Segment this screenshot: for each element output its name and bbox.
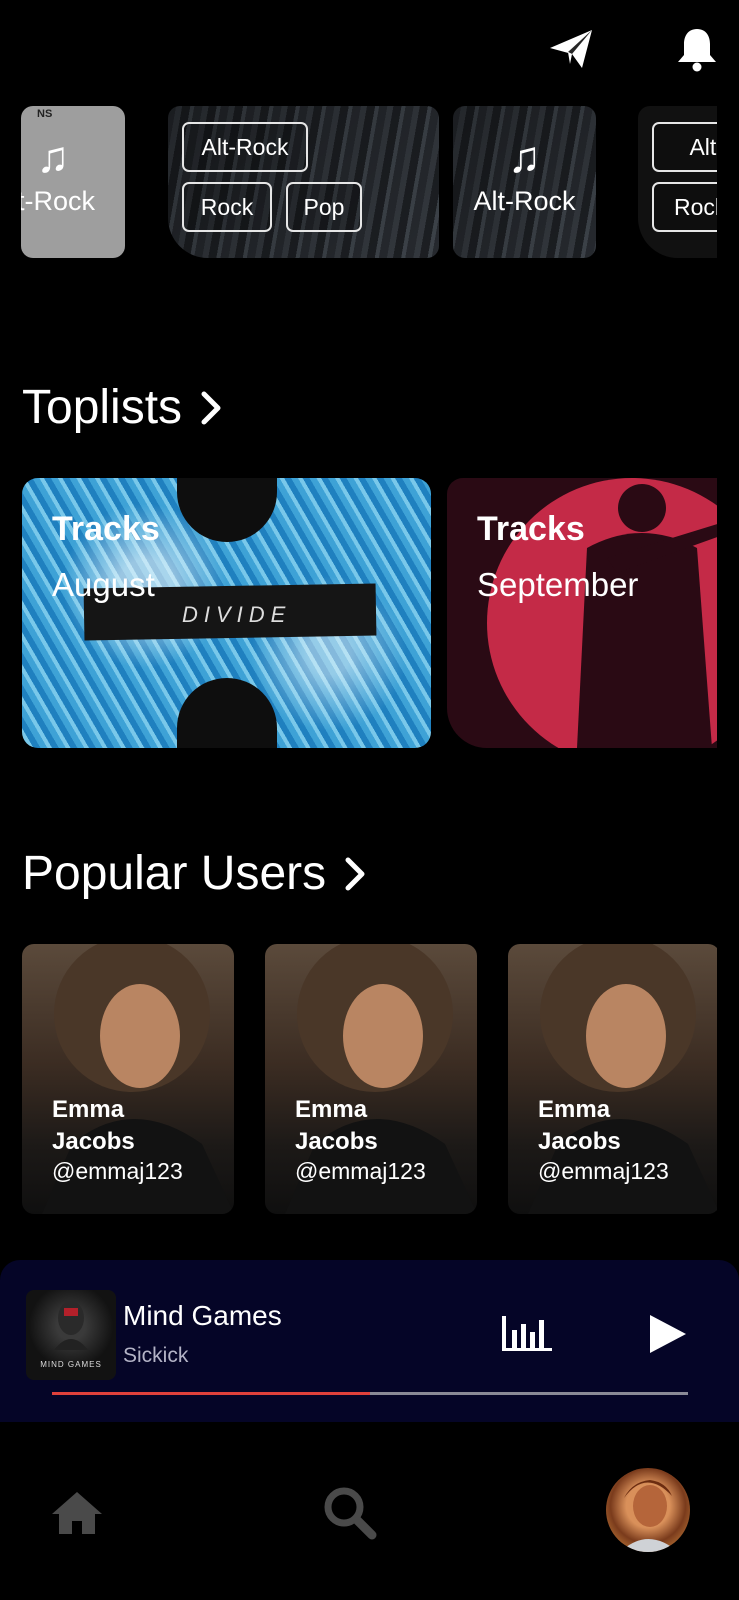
toplists-heading[interactable]: Toplists — [22, 380, 226, 435]
toplists-carousel[interactable]: DIVIDE Tracks August Tracks September — [0, 478, 717, 750]
genre-carousel[interactable]: NS ♫ lt-Rock Alt-Rock Rock Pop ♫ Alt-Roc… — [0, 106, 717, 262]
user-first-name: Emma — [295, 1096, 368, 1123]
avatar[interactable] — [606, 1468, 690, 1552]
notifications-button[interactable] — [672, 24, 722, 74]
toplist-card[interactable]: Tracks September — [447, 478, 717, 748]
cover-art-shape — [177, 678, 277, 748]
genre-pill[interactable]: Rock — [182, 182, 272, 232]
popular-users-heading[interactable]: Popular Users — [22, 846, 370, 901]
progress-fill — [52, 1392, 370, 1395]
search-icon[interactable] — [322, 1485, 378, 1541]
genre-pill[interactable]: Pop — [286, 182, 362, 232]
cover-art-shape — [177, 478, 277, 542]
user-first-name: Emma — [52, 1096, 125, 1123]
user-first-name: Emma — [538, 1096, 611, 1123]
genre-card-multi[interactable]: Alt-R Rocl — [638, 106, 717, 258]
genre-pill[interactable]: Alt-Rock — [182, 122, 308, 172]
play-icon[interactable] — [648, 1312, 688, 1356]
user-last-name: Jacobs — [295, 1128, 378, 1155]
paper-plane-icon — [550, 30, 592, 68]
genre-card[interactable]: NS ♫ lt-Rock — [21, 106, 125, 258]
chevron-right-icon — [345, 857, 365, 890]
track-artist: Sickick — [123, 1344, 189, 1367]
track-title: Mind Games — [123, 1300, 282, 1331]
user-handle: @emmaj123 — [52, 1158, 183, 1184]
toplist-label: Tracks — [477, 510, 585, 548]
genre-card-multi[interactable]: Alt-Rock Rock Pop — [168, 106, 439, 258]
genre-pill[interactable]: Rocl — [652, 182, 717, 232]
toplist-month: August — [52, 566, 155, 603]
user-card[interactable]: Emma Jacobs @emmaj123 — [508, 944, 717, 1214]
cover-text: DIVIDE — [182, 602, 292, 627]
user-handle: @emmaj123 — [538, 1158, 669, 1184]
music-note-icon: ♫ — [508, 133, 541, 182]
bell-icon — [678, 29, 716, 72]
genre-label: lt-Rock — [21, 186, 95, 216]
toplist-label: Tracks — [52, 510, 160, 548]
user-last-name: Jacobs — [52, 1128, 135, 1155]
genre-card[interactable]: ♫ Alt-Rock — [453, 106, 596, 258]
home-icon[interactable] — [50, 1490, 104, 1536]
now-playing-bar[interactable]: MIND GAMES Mind Games Sickick — [0, 1260, 739, 1422]
album-art[interactable]: MIND GAMES — [26, 1290, 116, 1380]
section-title: Toplists — [22, 381, 183, 434]
cover-partial-text: NS — [37, 108, 53, 120]
popular-users-carousel[interactable]: Emma Jacobs @emmaj123 Emma Jacobs @emmaj… — [0, 944, 717, 1216]
album-art-figure — [54, 1301, 88, 1350]
user-handle: @emmaj123 — [295, 1158, 426, 1184]
toplist-card[interactable]: DIVIDE Tracks August — [22, 478, 431, 748]
genre-pill[interactable]: Alt-R — [652, 122, 717, 172]
user-card[interactable]: Emma Jacobs @emmaj123 — [265, 944, 477, 1214]
user-last-name: Jacobs — [538, 1128, 621, 1155]
section-title: Popular Users — [22, 847, 327, 900]
equalizer-icon[interactable] — [500, 1310, 554, 1354]
avatar-illustration — [620, 1480, 678, 1552]
progress-bar[interactable] — [52, 1392, 688, 1395]
album-art-text: MIND GAMES — [40, 1360, 102, 1369]
toplist-month: September — [477, 566, 639, 603]
music-note-icon: ♫ — [36, 133, 70, 182]
genre-label: Alt-Rock — [473, 186, 576, 216]
send-button[interactable] — [546, 24, 596, 74]
chevron-right-icon — [201, 391, 221, 424]
user-card[interactable]: Emma Jacobs @emmaj123 — [22, 944, 234, 1214]
